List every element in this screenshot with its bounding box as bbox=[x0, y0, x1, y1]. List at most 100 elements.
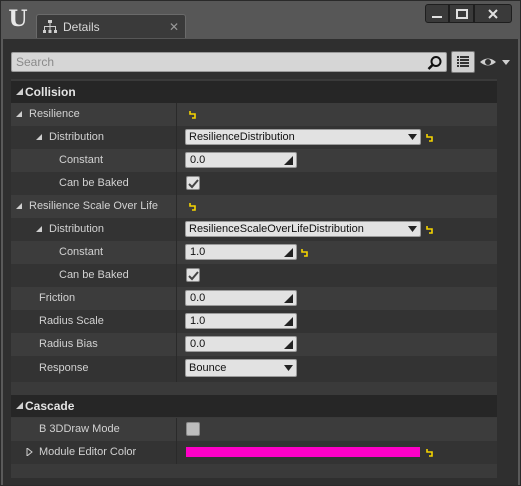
reset-to-default-icon[interactable] bbox=[425, 133, 434, 142]
combo-value: ResilienceDistribution bbox=[189, 131, 295, 143]
search-bar bbox=[11, 51, 511, 73]
property-row-distribution[interactable]: Distribution ResilienceDistribution bbox=[11, 126, 497, 149]
property-name: Module Editor Color bbox=[39, 446, 137, 458]
can-be-baked-checkbox[interactable] bbox=[186, 268, 200, 282]
property-row-constant[interactable]: Constant 1.0 bbox=[11, 241, 497, 264]
property-name: Radius Bias bbox=[39, 338, 98, 350]
column-divider[interactable] bbox=[176, 195, 177, 218]
property-row-response[interactable]: Response Bounce bbox=[11, 356, 497, 382]
column-divider[interactable] bbox=[176, 103, 177, 126]
constant-number-field[interactable]: 0.0 bbox=[185, 152, 297, 168]
distribution-combo[interactable]: ResilienceScaleOverLifeDistribution bbox=[185, 221, 421, 237]
title-bar[interactable]: U Details ✕ bbox=[1, 1, 520, 39]
radius-scale-number-field[interactable]: 1.0 bbox=[185, 313, 297, 329]
reset-to-default-icon[interactable] bbox=[300, 248, 309, 257]
property-name: Distribution bbox=[49, 223, 105, 235]
reset-to-default-icon[interactable] bbox=[188, 202, 197, 211]
expanded-arrow-icon bbox=[16, 203, 22, 209]
property-row-can-be-baked[interactable]: Can be Baked bbox=[11, 264, 497, 287]
drag-resize-icon bbox=[284, 294, 293, 303]
column-divider[interactable] bbox=[176, 310, 177, 333]
search-icon[interactable] bbox=[427, 55, 443, 71]
property-name: Radius Scale bbox=[39, 315, 104, 327]
reset-to-default-icon[interactable] bbox=[188, 110, 197, 119]
b-3ddraw-mode-checkbox[interactable] bbox=[186, 422, 200, 436]
property-row-radius-bias[interactable]: Radius Bias 0.0 bbox=[11, 333, 497, 356]
maximize-icon bbox=[455, 8, 468, 19]
friction-number-field[interactable]: 0.0 bbox=[185, 290, 297, 306]
category-cascade[interactable]: Cascade bbox=[11, 395, 497, 417]
search-input[interactable] bbox=[11, 52, 447, 72]
property-name: B 3DDraw Mode bbox=[39, 423, 120, 435]
property-row-module-editor-color[interactable]: Module Editor Color bbox=[11, 441, 497, 464]
property-name: Resilience bbox=[29, 108, 80, 120]
combo-value: Bounce bbox=[189, 362, 227, 374]
drag-resize-icon bbox=[284, 156, 293, 165]
number-value: 0.0 bbox=[190, 292, 206, 304]
drag-resize-icon bbox=[284, 248, 293, 257]
column-divider[interactable] bbox=[176, 333, 177, 356]
checkmark-icon bbox=[188, 271, 199, 281]
column-divider[interactable] bbox=[176, 356, 177, 382]
column-divider[interactable] bbox=[176, 441, 177, 464]
radius-bias-number-field[interactable]: 0.0 bbox=[185, 336, 297, 352]
property-row-constant[interactable]: Constant 0.0 bbox=[11, 149, 497, 172]
tab-details[interactable]: Details ✕ bbox=[36, 14, 186, 38]
column-divider[interactable] bbox=[176, 172, 177, 195]
maximize-button[interactable] bbox=[449, 4, 474, 23]
chevron-down-icon bbox=[284, 365, 293, 371]
chevron-down-icon bbox=[408, 226, 417, 232]
view-options-button[interactable] bbox=[451, 51, 475, 73]
tab-label: Details bbox=[63, 20, 100, 34]
reset-to-default-icon[interactable] bbox=[425, 225, 434, 234]
property-name: Resilience Scale Over Life bbox=[29, 200, 159, 212]
expanded-arrow-icon bbox=[16, 111, 22, 117]
column-divider[interactable] bbox=[176, 264, 177, 287]
property-row-distribution[interactable]: Distribution ResilienceScaleOverLifeDist… bbox=[11, 218, 497, 241]
close-button[interactable] bbox=[474, 4, 512, 23]
drag-resize-icon bbox=[284, 340, 293, 349]
can-be-baked-checkbox[interactable] bbox=[186, 176, 200, 190]
minimize-icon bbox=[432, 15, 442, 18]
property-row-resilience[interactable]: Resilience bbox=[11, 103, 497, 126]
column-divider[interactable] bbox=[176, 149, 177, 172]
number-value: 1.0 bbox=[190, 315, 206, 327]
property-row-can-be-baked[interactable]: Can be Baked bbox=[11, 172, 497, 195]
property-row-resilience-scale-over-life[interactable]: Resilience Scale Over Life bbox=[11, 195, 497, 218]
column-divider[interactable] bbox=[176, 418, 177, 441]
minimize-button[interactable] bbox=[425, 4, 449, 23]
column-divider[interactable] bbox=[176, 126, 177, 149]
hierarchy-icon bbox=[43, 20, 57, 33]
constant-number-field[interactable]: 1.0 bbox=[185, 244, 297, 260]
tab-close-icon[interactable]: ✕ bbox=[169, 20, 179, 34]
column-divider[interactable] bbox=[176, 287, 177, 310]
chevron-down-icon bbox=[408, 134, 417, 140]
details-window: U Details ✕ Search Collision Resilience … bbox=[0, 0, 521, 486]
details-panel: Collision Resilience Distribution Resili… bbox=[3, 39, 518, 485]
property-name: Can be Baked bbox=[59, 177, 129, 189]
property-name: Response bbox=[39, 362, 89, 374]
drag-resize-icon bbox=[284, 317, 293, 326]
number-value: 0.0 bbox=[190, 338, 206, 350]
property-name: Constant bbox=[59, 154, 104, 166]
distribution-combo[interactable]: ResilienceDistribution bbox=[185, 129, 421, 145]
property-grid: Collision Resilience Distribution Resili… bbox=[11, 79, 497, 478]
column-divider[interactable] bbox=[176, 241, 177, 264]
property-row-friction[interactable]: Friction 0.0 bbox=[11, 287, 497, 310]
column-divider[interactable] bbox=[176, 218, 177, 241]
module-editor-color-swatch[interactable] bbox=[185, 446, 421, 458]
checkmark-icon bbox=[188, 179, 199, 189]
combo-value: ResilienceScaleOverLifeDistribution bbox=[189, 223, 364, 235]
property-row-radius-scale[interactable]: Radius Scale 1.0 bbox=[11, 310, 497, 333]
property-name: Can be Baked bbox=[59, 269, 129, 281]
eye-icon[interactable] bbox=[479, 55, 511, 69]
unreal-logo-icon: U bbox=[8, 6, 28, 32]
expanded-arrow-icon bbox=[36, 134, 42, 140]
expanded-arrow-icon bbox=[16, 402, 23, 409]
collapsed-arrow-icon bbox=[26, 448, 33, 456]
category-collision[interactable]: Collision bbox=[11, 81, 497, 103]
reset-to-default-icon[interactable] bbox=[425, 448, 434, 457]
number-value: 1.0 bbox=[190, 246, 206, 258]
property-row-b-3ddraw-mode[interactable]: B 3DDraw Mode bbox=[11, 418, 497, 441]
response-combo[interactable]: Bounce bbox=[185, 359, 297, 377]
